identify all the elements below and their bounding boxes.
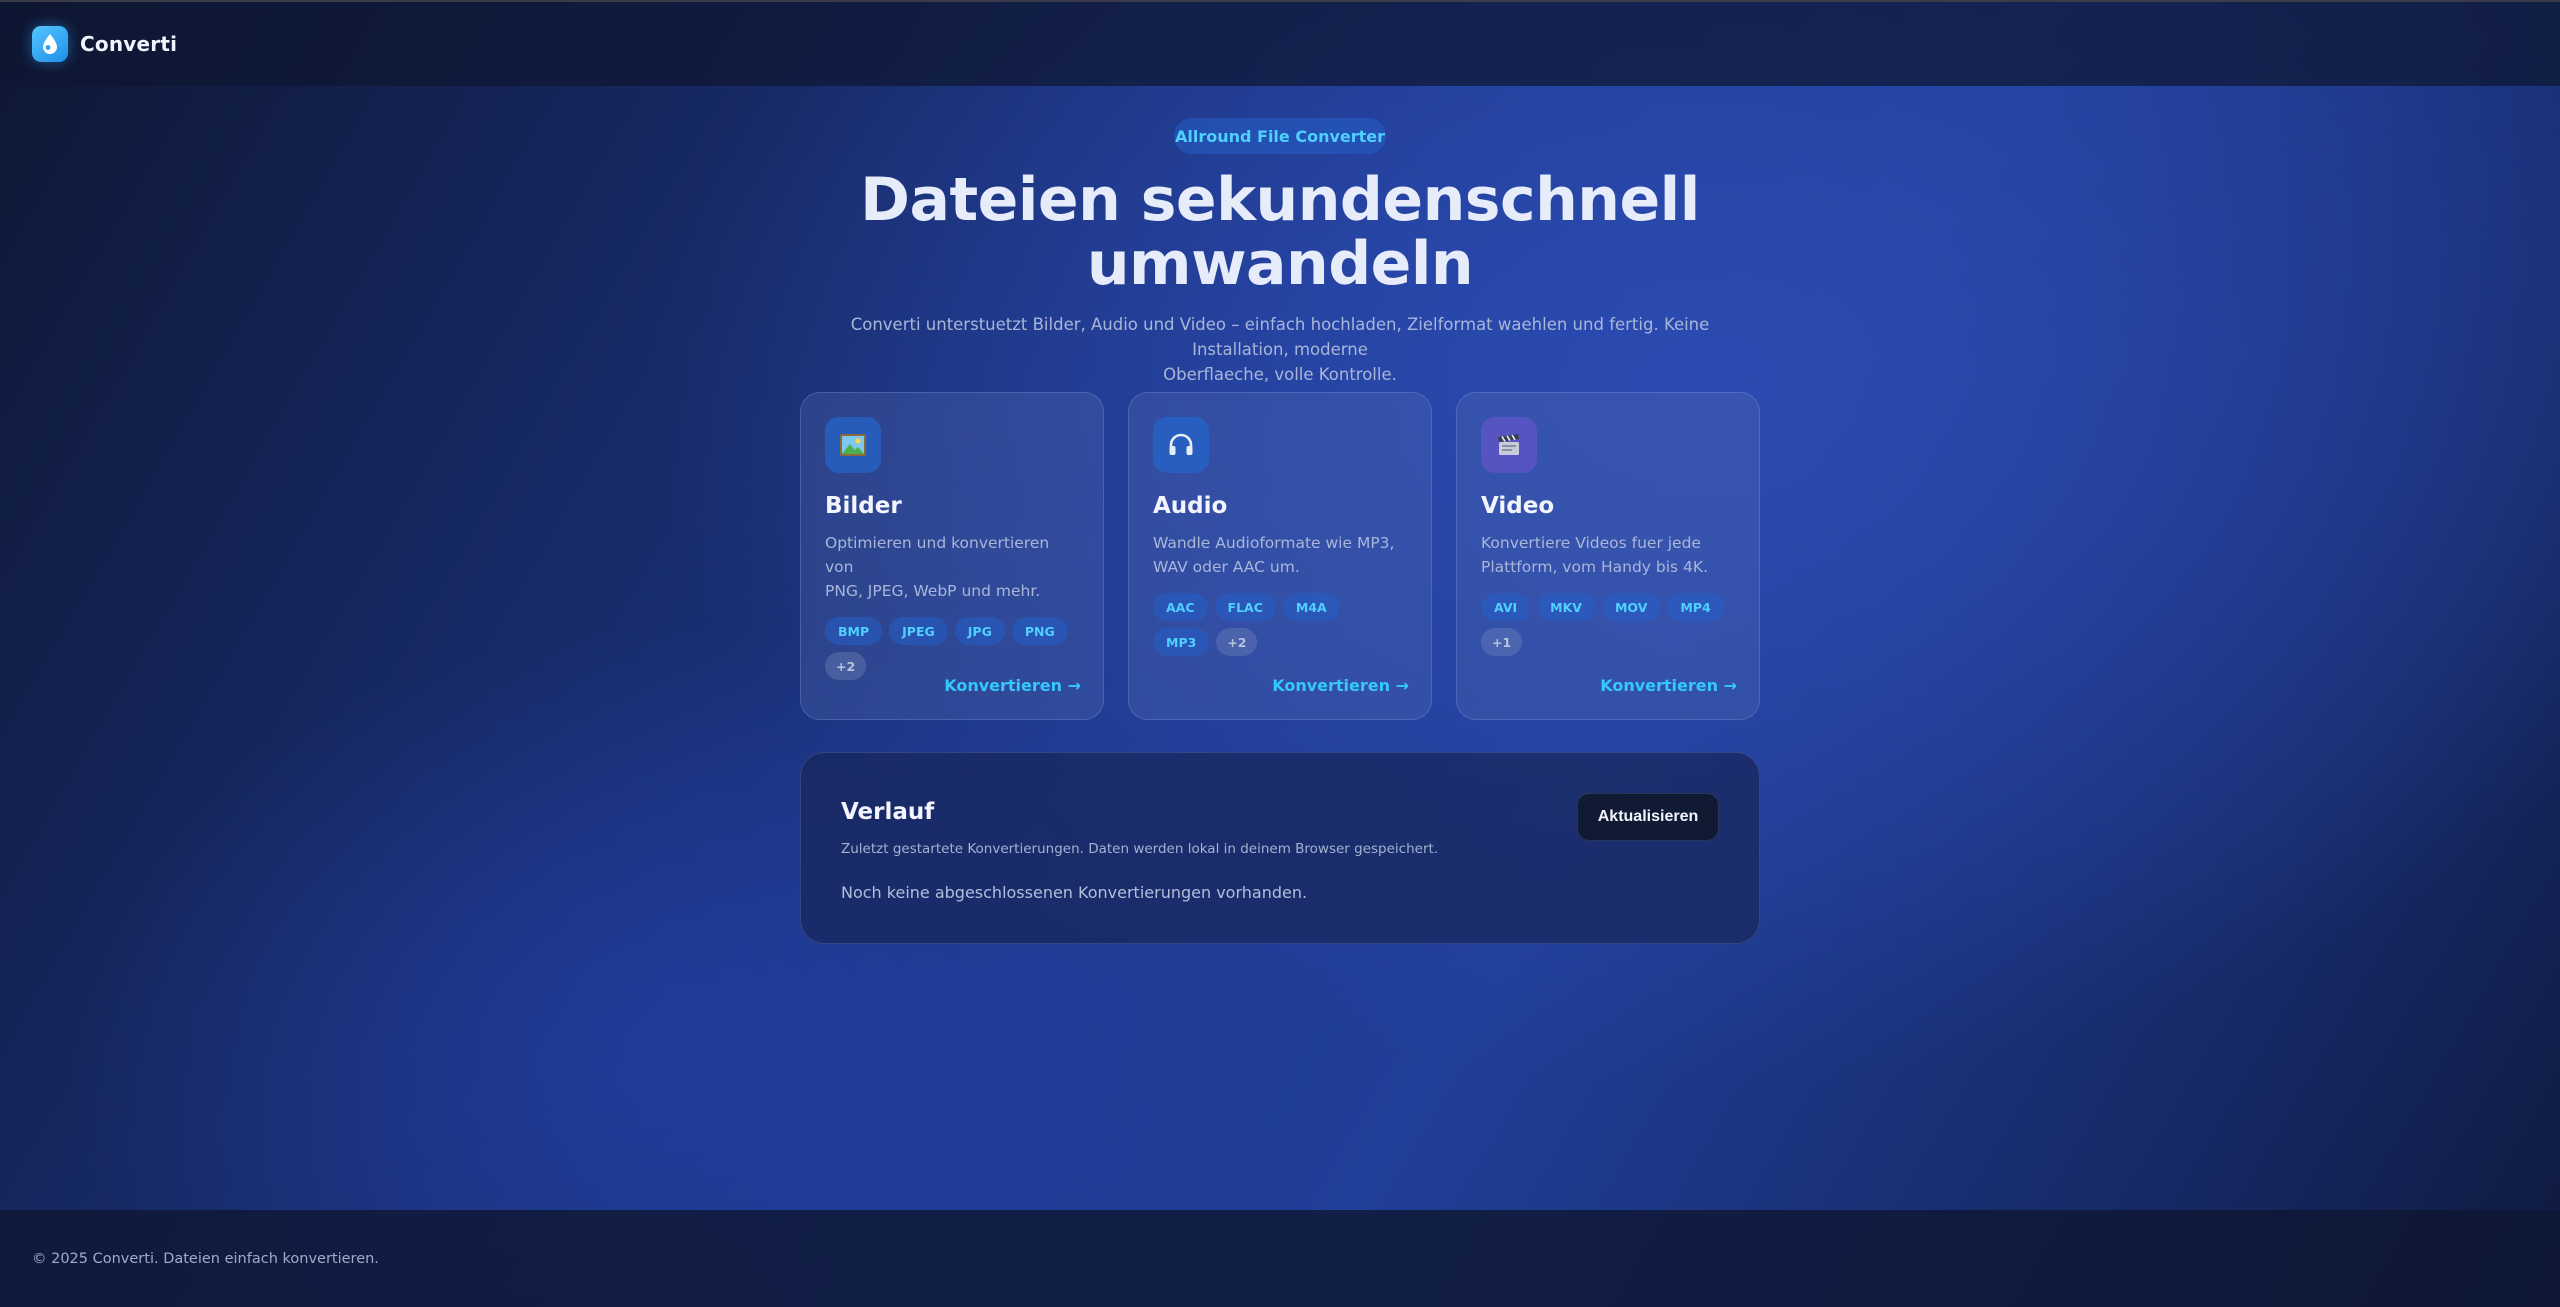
- page-footer: © 2025 Converti. Dateien einfach konvert…: [0, 1210, 2560, 1307]
- format-tag: BMP: [825, 617, 883, 645]
- footer-text: © 2025 Converti. Dateien einfach konvert…: [32, 1250, 379, 1267]
- convert-audio-link[interactable]: Konvertieren →: [1272, 676, 1409, 695]
- brand-name[interactable]: Converti: [80, 32, 177, 56]
- hero-subtitle: Converti unterstuetzt Bilder, Audio und …: [820, 312, 1740, 387]
- card-title: Audio: [1153, 493, 1228, 519]
- card-desc-line2: PNG, JPEG, WebP und mehr.: [825, 582, 1041, 600]
- format-tag: MOV: [1601, 593, 1661, 621]
- format-tag: MKV: [1537, 593, 1595, 621]
- format-tag: M4A: [1282, 593, 1340, 621]
- card-desc-line2: Plattform, vom Handy bis 4K.: [1481, 558, 1708, 576]
- more-formats-tag: +1: [1481, 628, 1523, 656]
- card-title: Video: [1481, 493, 1555, 519]
- card-description: Konvertiere Videos fuer jede Plattform, …: [1481, 531, 1735, 579]
- refresh-button[interactable]: Aktualisieren: [1577, 793, 1719, 841]
- card-desc-line1: Wandle Audioformate wie MP3,: [1153, 534, 1395, 552]
- format-tags: AVI MKV MOV MP4 +1: [1481, 593, 1731, 656]
- format-tag: FLAC: [1214, 593, 1276, 621]
- card-images[interactable]: Bilder Optimieren und konvertieren von P…: [800, 392, 1104, 720]
- convert-video-link[interactable]: Konvertieren →: [1600, 676, 1737, 695]
- picture-icon: [825, 417, 881, 473]
- clapperboard-icon: [1481, 417, 1537, 473]
- hero-badge: Allround File Converter: [1174, 118, 1386, 154]
- hero-title-line2: umwandeln: [1086, 229, 1474, 299]
- format-tag: AVI: [1481, 593, 1531, 621]
- more-formats-tag: +2: [1216, 628, 1258, 656]
- format-tag: JPEG: [889, 617, 948, 645]
- droplet-icon[interactable]: [32, 26, 68, 62]
- format-tag: MP3: [1153, 628, 1210, 656]
- card-description: Wandle Audioformate wie MP3, WAV oder AA…: [1153, 531, 1407, 579]
- headphones-icon: [1153, 417, 1209, 473]
- format-tag: JPG: [954, 617, 1005, 645]
- format-tag: PNG: [1011, 617, 1068, 645]
- hero-title-line1: Dateien sekundenschnell: [860, 165, 1700, 235]
- hero-title: Dateien sekundenschnell umwandeln: [780, 168, 1780, 296]
- convert-images-link[interactable]: Konvertieren →: [944, 676, 1081, 695]
- history-empty-message: Noch keine abgeschlossenen Konvertierung…: [841, 883, 1308, 902]
- format-tag: MP4: [1667, 593, 1724, 621]
- card-title: Bilder: [825, 493, 902, 519]
- history-panel: Verlauf Zuletzt gestartete Konvertierung…: [800, 752, 1760, 944]
- card-audio[interactable]: Audio Wandle Audioformate wie MP3, WAV o…: [1128, 392, 1432, 720]
- hero-subtitle-line1: Converti unterstuetzt Bilder, Audio und …: [850, 315, 1710, 359]
- format-tag: AAC: [1153, 593, 1208, 621]
- card-desc-line1: Optimieren und konvertieren von: [825, 534, 1050, 576]
- format-tags: AAC FLAC M4A MP3 +2: [1153, 593, 1403, 656]
- format-tags: BMP JPEG JPG PNG +2: [825, 617, 1075, 680]
- card-desc-line2: WAV oder AAC um.: [1153, 558, 1300, 576]
- hero-subtitle-line2: Oberflaeche, volle Kontrolle.: [1163, 365, 1397, 384]
- history-title: Verlauf: [841, 799, 935, 825]
- card-video[interactable]: Video Konvertiere Videos fuer jede Platt…: [1456, 392, 1760, 720]
- top-header: Converti: [0, 2, 2560, 86]
- card-desc-line1: Konvertiere Videos fuer jede: [1481, 534, 1701, 552]
- more-formats-tag: +2: [825, 652, 867, 680]
- card-description: Optimieren und konvertieren von PNG, JPE…: [825, 531, 1079, 603]
- history-subtitle: Zuletzt gestartete Konvertierungen. Date…: [841, 841, 1439, 857]
